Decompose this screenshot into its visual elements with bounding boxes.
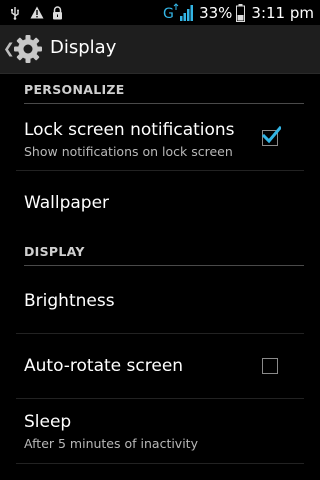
signal-icon: G bbox=[163, 2, 194, 23]
wallpaper-row[interactable]: Wallpaper bbox=[0, 171, 320, 235]
usb-icon bbox=[8, 6, 22, 20]
lock-screen-notifications-title: Lock screen notifications bbox=[24, 120, 235, 140]
up-navigation[interactable]: ❮ bbox=[0, 25, 46, 73]
auto-rotate-checkbox[interactable] bbox=[262, 358, 278, 374]
lock-screen-notifications-subtitle: Show notifications on lock screen bbox=[24, 144, 233, 159]
brightness-title: Brightness bbox=[24, 291, 115, 311]
status-bar: G 33% 3:11 pm bbox=[0, 0, 320, 25]
lock-screen-notifications-checkbox[interactable] bbox=[261, 125, 281, 146]
lock-icon bbox=[52, 5, 63, 20]
network-type-label: G bbox=[163, 6, 174, 22]
battery-percent: 33% bbox=[199, 3, 233, 22]
warning-icon bbox=[30, 6, 44, 19]
settings-gear-icon bbox=[12, 33, 44, 65]
divider bbox=[16, 463, 304, 464]
battery-icon bbox=[236, 3, 246, 22]
clock: 3:11 pm bbox=[251, 3, 314, 22]
wallpaper-title: Wallpaper bbox=[24, 193, 110, 213]
sleep-title: Sleep bbox=[24, 412, 72, 432]
sleep-row[interactable]: Sleep After 5 minutes of inactivity bbox=[0, 399, 320, 463]
status-left-icons bbox=[8, 4, 63, 21]
page-title: Display bbox=[50, 37, 117, 58]
section-header-personalize: PERSONALIZE bbox=[24, 82, 304, 104]
auto-rotate-title: Auto-rotate screen bbox=[24, 356, 184, 376]
brightness-row[interactable]: Brightness bbox=[0, 268, 320, 332]
checkmark-icon bbox=[261, 125, 281, 144]
sleep-subtitle: After 5 minutes of inactivity bbox=[24, 436, 198, 451]
status-right-icons: G 33% 3:11 pm bbox=[163, 2, 314, 23]
action-bar: ❮ Display bbox=[0, 25, 320, 74]
section-header-display: DISPLAY bbox=[24, 244, 304, 266]
auto-rotate-row[interactable]: Auto-rotate screen bbox=[0, 334, 320, 398]
lock-screen-notifications-row[interactable]: Lock screen notifications Show notificat… bbox=[0, 106, 320, 170]
